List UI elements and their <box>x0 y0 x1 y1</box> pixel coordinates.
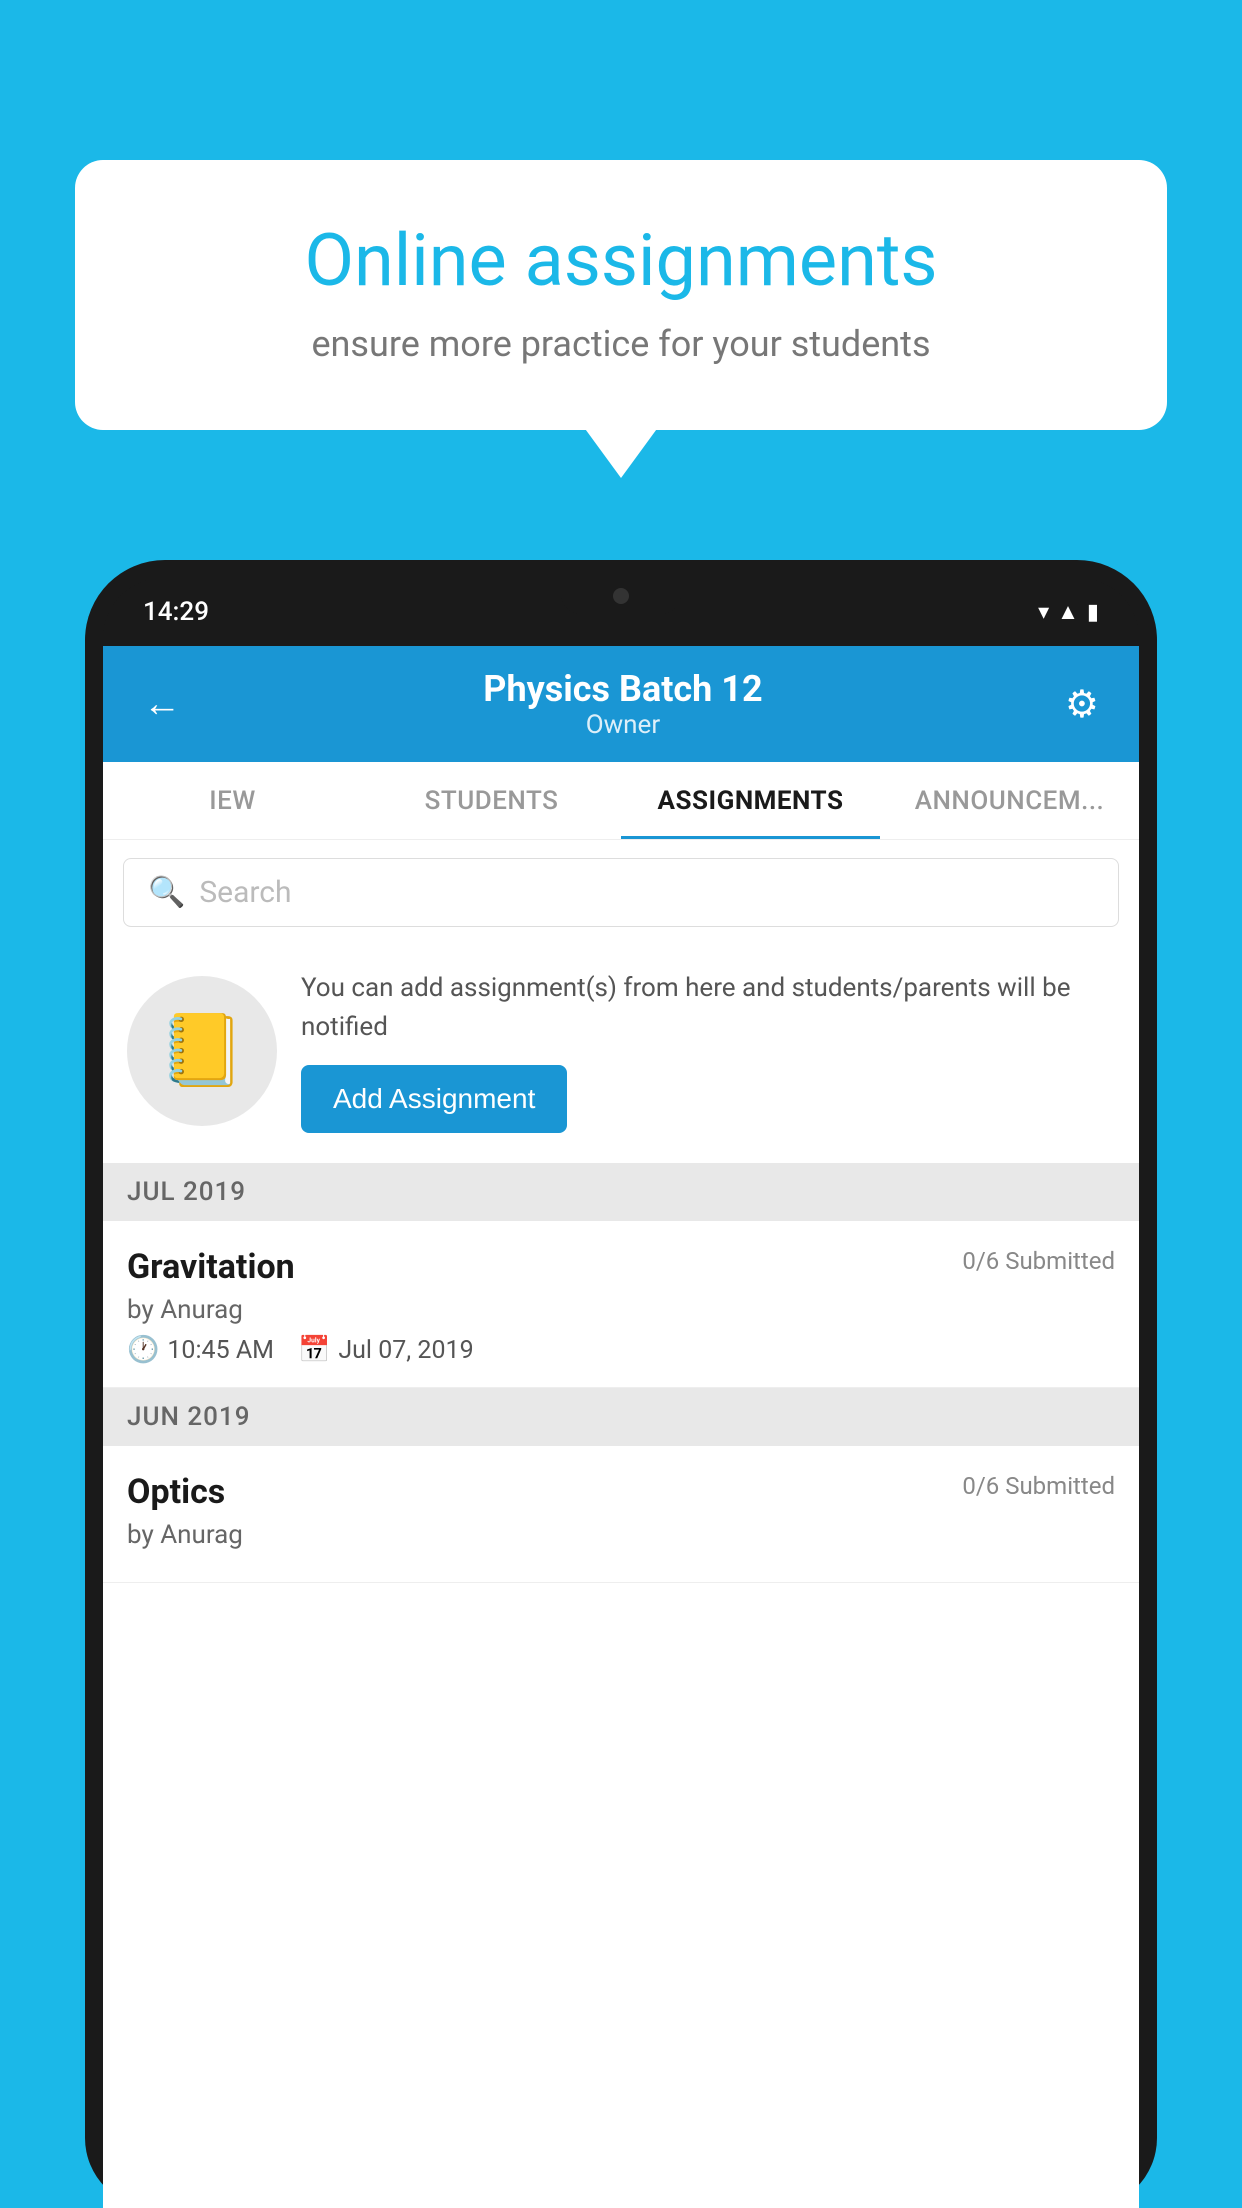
phone-outer: 14:29 ▾ ▲ ▮ ← Physics Batch 12 Owner ⚙ <box>85 560 1157 2208</box>
section-jun-label: JUN 2019 <box>127 1402 250 1432</box>
assignment-name-optics: Optics <box>127 1472 225 1512</box>
calendar-icon: 📅 <box>298 1335 330 1365</box>
speech-bubble-container: Online assignments ensure more practice … <box>75 160 1167 430</box>
phone-notch <box>561 578 681 614</box>
assignment-time: 🕐 10:45 AM <box>127 1335 274 1365</box>
notebook-icon: 📒 <box>158 1010 245 1092</box>
wifi-icon: ▾ <box>1038 600 1049 625</box>
header-title: Physics Batch 12 <box>483 668 762 710</box>
section-jul-2019: JUL 2019 <box>103 1163 1139 1221</box>
signal-icon: ▲ <box>1057 599 1079 625</box>
status-bar: 14:29 ▾ ▲ ▮ <box>103 578 1139 646</box>
promo-text: You can add assignment(s) from here and … <box>301 969 1119 1047</box>
tab-students[interactable]: STUDENTS <box>362 762 621 839</box>
promo-icon-circle: 📒 <box>127 976 277 1126</box>
assignment-by-optics: by Anurag <box>127 1520 1115 1550</box>
assignment-gravitation[interactable]: Gravitation 0/6 Submitted by Anurag 🕐 10… <box>103 1221 1139 1388</box>
assignment-submitted-gravitation: 0/6 Submitted <box>962 1247 1115 1275</box>
status-icons: ▾ ▲ ▮ <box>1038 599 1099 625</box>
assignment-top-row: Gravitation 0/6 Submitted <box>127 1247 1115 1287</box>
camera-dot <box>613 588 629 604</box>
bubble-title: Online assignments <box>145 220 1097 303</box>
assignment-date: 📅 Jul 07, 2019 <box>298 1335 474 1365</box>
tab-assignments[interactable]: ASSIGNMENTS <box>621 762 880 839</box>
section-jul-label: JUL 2019 <box>127 1177 246 1207</box>
speech-bubble: Online assignments ensure more practice … <box>75 160 1167 430</box>
tabs-container: IEW STUDENTS ASSIGNMENTS ANNOUNCEM... <box>103 762 1139 840</box>
assignment-optics[interactable]: Optics 0/6 Submitted by Anurag <box>103 1446 1139 1583</box>
assignment-meta-gravitation: 🕐 10:45 AM 📅 Jul 07, 2019 <box>127 1335 1115 1365</box>
search-icon: 🔍 <box>148 875 185 910</box>
assignment-submitted-optics: 0/6 Submitted <box>962 1472 1115 1500</box>
phone-frame: 14:29 ▾ ▲ ▮ ← Physics Batch 12 Owner ⚙ <box>85 560 1157 2208</box>
app-header: ← Physics Batch 12 Owner ⚙ <box>103 646 1139 762</box>
assignment-name-gravitation: Gravitation <box>127 1247 295 1287</box>
bubble-subtitle: ensure more practice for your students <box>145 323 1097 365</box>
search-bar[interactable]: 🔍 Search <box>123 858 1119 927</box>
battery-icon: ▮ <box>1087 600 1099 625</box>
promo-card: 📒 You can add assignment(s) from here an… <box>103 945 1139 1163</box>
add-assignment-button[interactable]: Add Assignment <box>301 1065 567 1133</box>
clock-icon: 🕐 <box>127 1335 159 1365</box>
tab-announcements[interactable]: ANNOUNCEM... <box>880 762 1139 839</box>
header-center: Physics Batch 12 Owner <box>483 668 762 740</box>
search-container: 🔍 Search <box>103 840 1139 945</box>
promo-content: You can add assignment(s) from here and … <box>301 969 1119 1133</box>
assignment-optics-top-row: Optics 0/6 Submitted <box>127 1472 1115 1512</box>
settings-icon[interactable]: ⚙ <box>1065 682 1099 727</box>
search-placeholder: Search <box>199 875 291 910</box>
section-jun-2019: JUN 2019 <box>103 1388 1139 1446</box>
tab-iew[interactable]: IEW <box>103 762 362 839</box>
phone-screen: ← Physics Batch 12 Owner ⚙ IEW STUDENTS … <box>103 646 1139 2208</box>
time-value: 10:45 AM <box>167 1336 274 1365</box>
header-subtitle: Owner <box>483 710 762 740</box>
assignment-by-gravitation: by Anurag <box>127 1295 1115 1325</box>
status-time: 14:29 <box>143 597 209 627</box>
date-value: Jul 07, 2019 <box>338 1336 473 1365</box>
back-button[interactable]: ← <box>143 682 181 726</box>
